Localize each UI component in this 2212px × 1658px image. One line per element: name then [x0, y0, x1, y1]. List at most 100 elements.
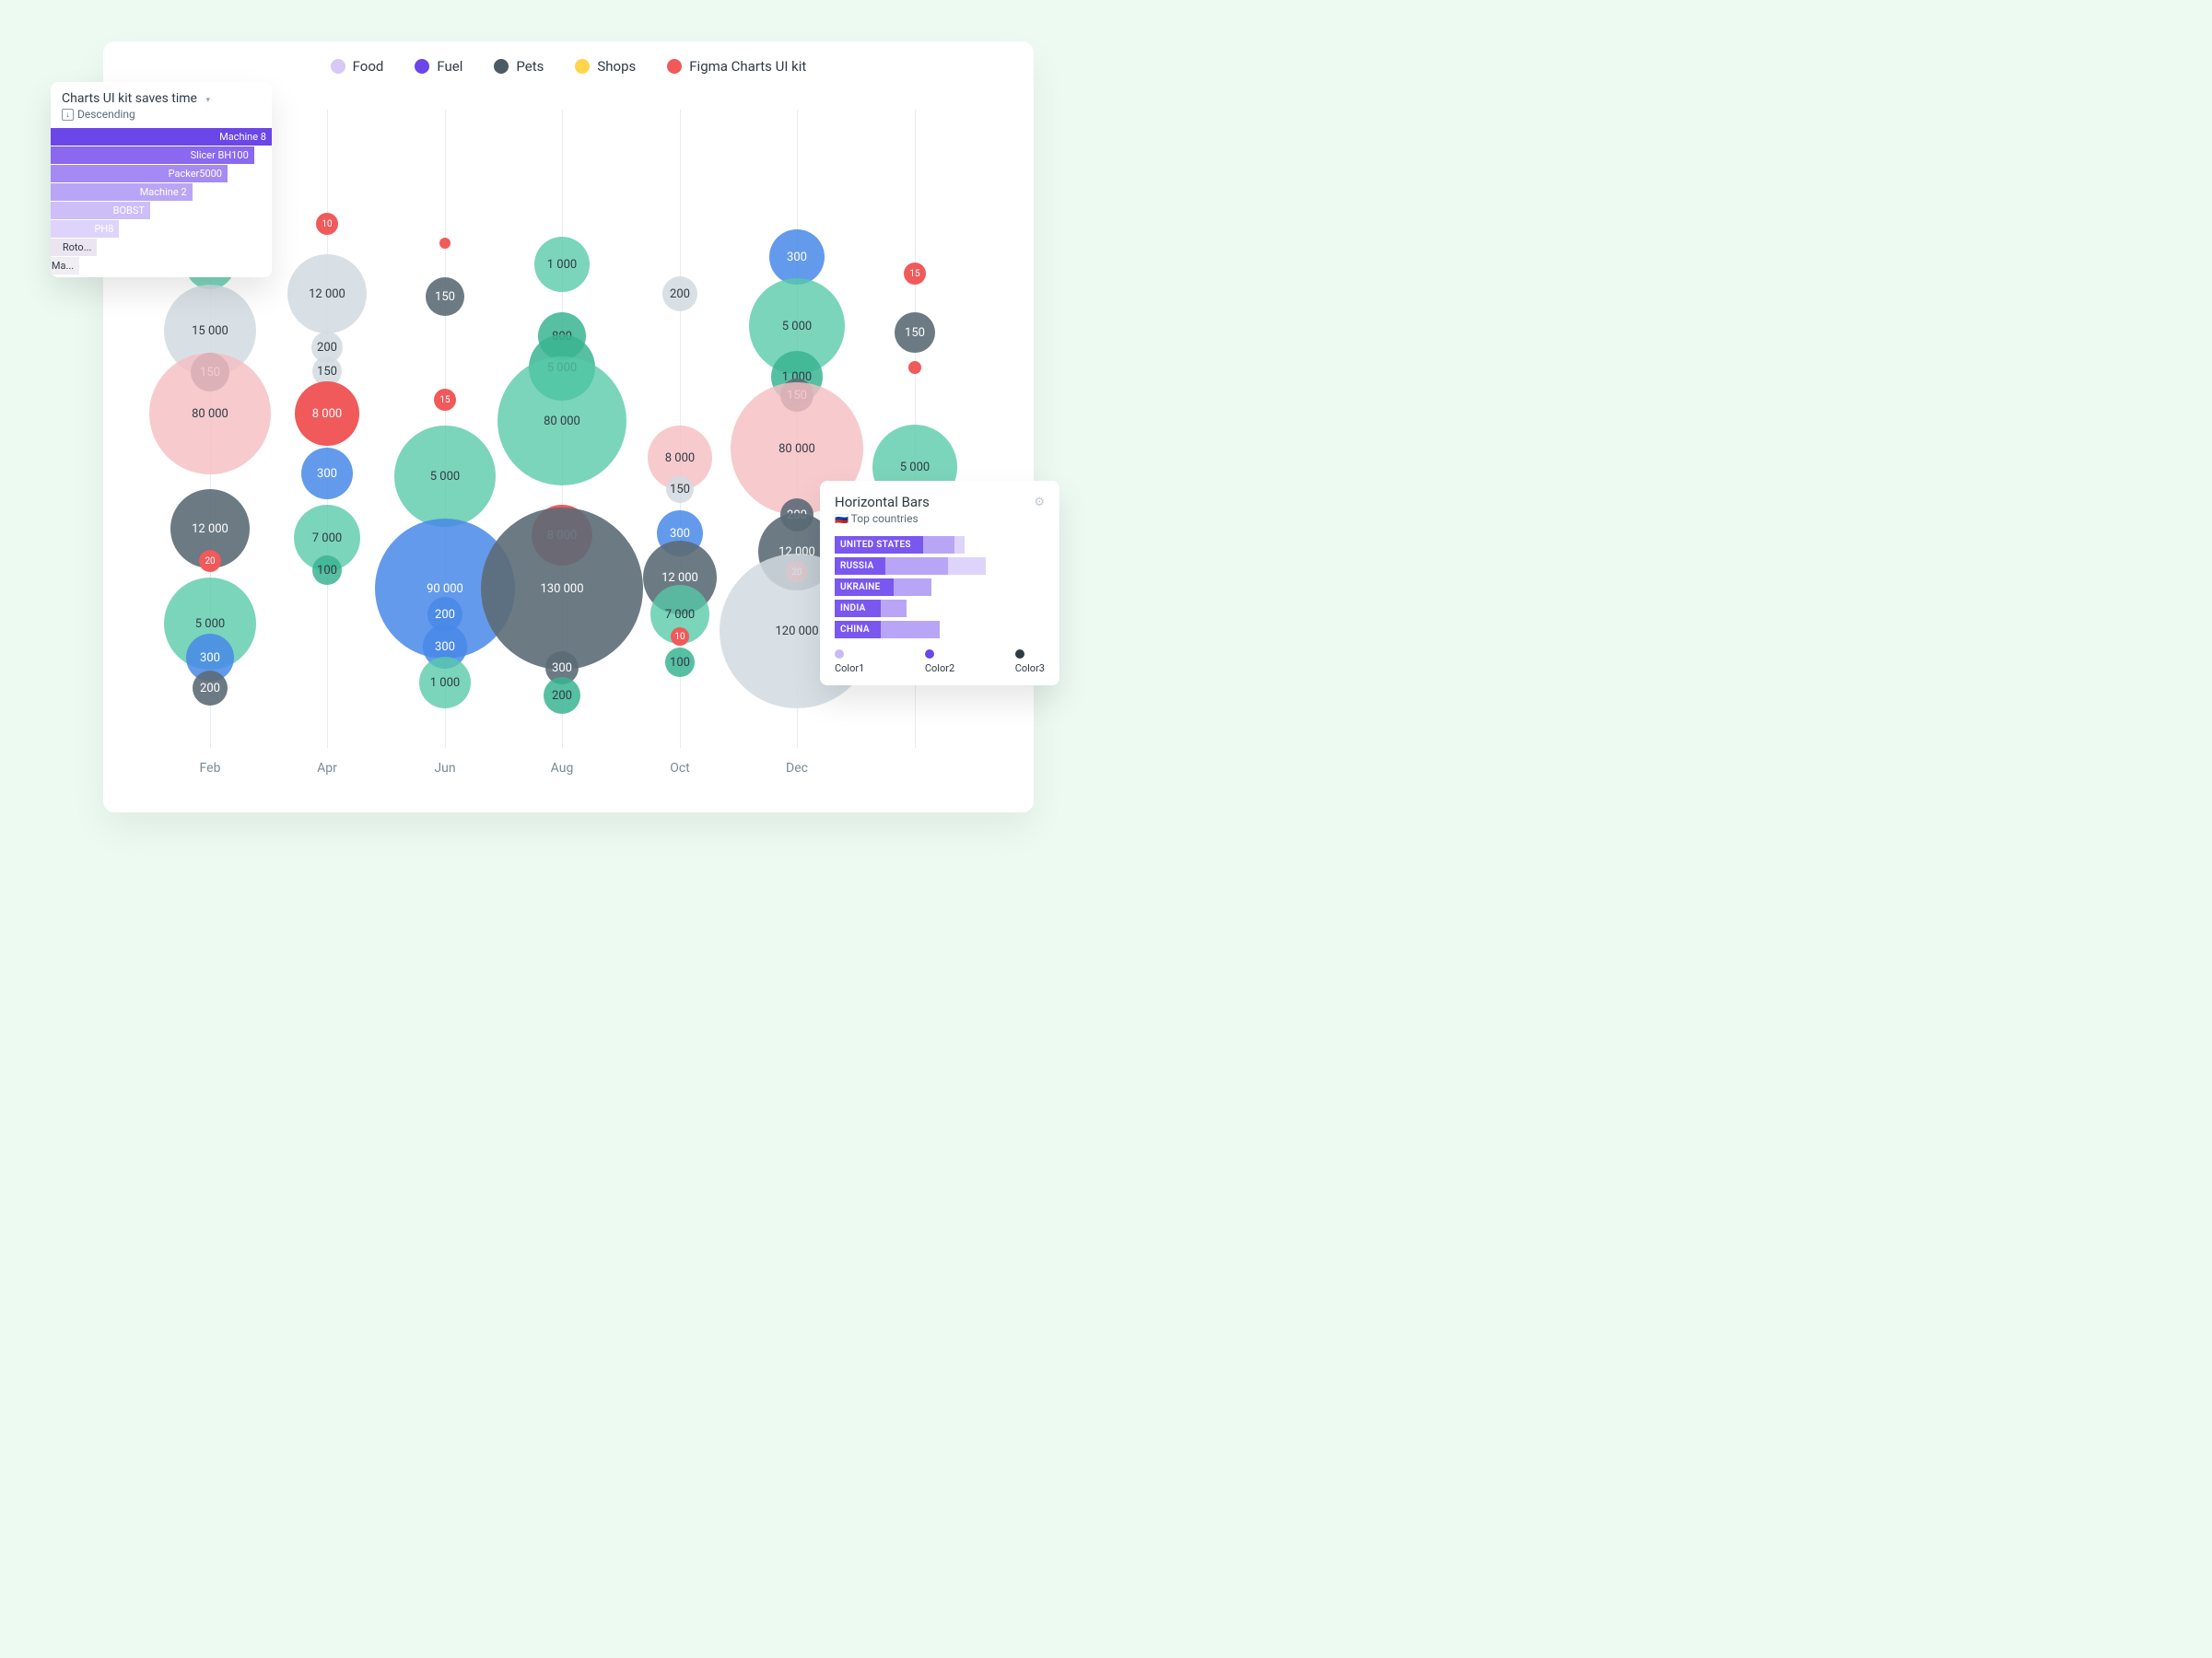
country-bar-row[interactable]: CHINA — [835, 621, 1045, 638]
mini-legend-swatch — [925, 649, 934, 659]
x-axis-label: Jun — [434, 761, 455, 776]
bubble[interactable] — [439, 238, 451, 249]
legend-item-fuel[interactable]: Fuel — [415, 58, 462, 75]
bubble[interactable]: 5 000 — [394, 426, 496, 527]
machine-bar-row[interactable]: Ma... — [51, 257, 272, 274]
bubble[interactable]: 10 — [316, 213, 338, 235]
bubble[interactable]: 10 — [671, 627, 689, 646]
mini-legend-label: Color3 — [1015, 662, 1045, 674]
bubble[interactable]: 80 000 — [149, 353, 271, 474]
bubble[interactable]: 100 — [665, 648, 695, 677]
x-axis-label: Oct — [670, 761, 690, 776]
left-panel-title[interactable]: Charts UI kit saves time ▾ — [51, 91, 272, 106]
gear-icon[interactable]: ⚙ — [1034, 496, 1045, 509]
machine-bar-label: BOBST — [113, 202, 150, 219]
bubble[interactable]: 1 000 — [419, 657, 471, 708]
mini-legend-item: Color1 — [835, 649, 864, 674]
legend: Food Fuel Pets Shops Figma Charts UI kit — [103, 58, 1034, 75]
country-bar-row[interactable]: UNITED STATES — [835, 536, 1045, 554]
machine-bar-label: PH8 — [94, 220, 119, 238]
x-axis-label: Apr — [317, 761, 337, 776]
machine-bar-row[interactable]: Machine 2 — [51, 183, 272, 201]
machine-bar-row[interactable]: Slicer BH100 — [51, 146, 272, 164]
arrow-down-icon: ↓ — [62, 109, 74, 121]
machine-bar-label: Machine 2 — [140, 183, 193, 201]
machine-bar-label: Ma... — [52, 257, 79, 274]
legend-label: Fuel — [437, 58, 462, 75]
machine-bar-row[interactable]: PH8 — [51, 220, 272, 238]
legend-item-food[interactable]: Food — [331, 58, 384, 75]
bubble[interactable]: 200 — [662, 276, 697, 311]
bar-segment — [885, 557, 948, 575]
legend-label: Figma Charts UI kit — [689, 58, 806, 75]
mini-legend-label: Color1 — [835, 662, 864, 674]
legend-item-figma-charts-ui-kit[interactable]: Figma Charts UI kit — [667, 58, 806, 75]
bubble[interactable]: 15 — [904, 263, 926, 285]
legend-label: Pets — [516, 58, 544, 75]
bubble[interactable]: 150 — [895, 312, 935, 353]
country-label: RUSSIA — [840, 557, 874, 575]
bubble[interactable]: 300 — [301, 448, 353, 499]
bubble[interactable]: 12 000 — [287, 254, 367, 333]
bar-segment — [948, 557, 986, 575]
legend-label: Food — [353, 58, 384, 75]
bubble[interactable]: 1 000 — [534, 237, 590, 292]
machine-bar-label: Packer5000 — [169, 165, 228, 182]
machine-bar-row[interactable]: Roto... — [51, 239, 272, 256]
country-bar-row[interactable]: RUSSIA — [835, 557, 1045, 575]
machine-bar-label: Roto... — [63, 239, 98, 256]
bubble[interactable]: 150 — [426, 277, 464, 316]
x-axis-label: Aug — [551, 761, 574, 776]
bubble[interactable]: 130 000 — [481, 508, 643, 670]
bubble[interactable]: 200 — [193, 671, 228, 706]
legend-label: Shops — [597, 58, 636, 75]
bar-segment — [894, 578, 931, 596]
bubble[interactable]: 200 — [544, 677, 580, 714]
country-label: UNITED STATES — [840, 536, 911, 554]
mini-legend-swatch — [835, 649, 844, 659]
bubble[interactable]: 20 — [199, 550, 221, 572]
country-bar-row[interactable]: INDIA — [835, 600, 1045, 617]
right-panel-card: Horizontal Bars ⚙ 🇷🇺 Top countries UNITE… — [820, 481, 1059, 685]
machine-bar-row[interactable]: BOBST — [51, 202, 272, 219]
mini-legend-swatch — [1015, 649, 1024, 659]
bar-segment — [881, 600, 906, 617]
chevron-down-icon: ▾ — [205, 96, 210, 105]
right-panel-title: Horizontal Bars — [835, 494, 930, 510]
bar-segment — [881, 621, 940, 638]
mini-legend-item: Color2 — [925, 649, 954, 674]
legend-swatch — [575, 59, 590, 74]
mini-legend-item: Color3 — [1015, 649, 1045, 674]
bubble[interactable]: 8 000 — [295, 381, 359, 446]
country-label: CHINA — [840, 621, 870, 638]
country-label: INDIA — [840, 600, 866, 617]
legend-swatch — [331, 59, 345, 74]
left-panel-title-text: Charts UI kit saves time — [62, 91, 197, 106]
mini-legend: Color1 Color2 Color3 — [835, 649, 1045, 674]
country-bar-row[interactable]: UKRAINE — [835, 578, 1045, 596]
machine-bar-row[interactable]: Packer5000 — [51, 165, 272, 182]
bubble[interactable]: 300 — [769, 229, 825, 285]
legend-item-shops[interactable]: Shops — [575, 58, 636, 75]
x-axis-label: Dec — [786, 761, 808, 776]
bubble[interactable]: 100 — [312, 555, 342, 585]
bubble[interactable]: 80 000 — [497, 356, 626, 485]
legend-swatch — [415, 59, 429, 74]
legend-item-pets[interactable]: Pets — [494, 58, 544, 75]
bar-segment — [923, 536, 954, 554]
sort-indicator[interactable]: ↓ Descending — [51, 106, 272, 128]
machine-bars: Machine 8 Slicer BH100 Packer5000 Machin… — [51, 128, 272, 274]
bar-segment — [954, 536, 965, 554]
left-panel-card: Charts UI kit saves time ▾ ↓ Descending … — [51, 82, 272, 277]
legend-swatch — [667, 59, 682, 74]
machine-bar-row[interactable]: Machine 8 — [51, 128, 272, 146]
bubble[interactable]: 15 — [434, 389, 456, 411]
right-panel-title-row: Horizontal Bars ⚙ — [835, 494, 1045, 510]
machine-bar-label: Machine 8 — [219, 128, 272, 146]
machine-bar-label: Slicer BH100 — [191, 146, 254, 164]
country-label: UKRAINE — [840, 578, 881, 596]
bubble[interactable]: 150 — [666, 475, 694, 503]
right-panel-subtitle: 🇷🇺 Top countries — [835, 512, 1045, 525]
x-axis-label: Feb — [200, 761, 221, 776]
bubble[interactable] — [908, 361, 921, 374]
